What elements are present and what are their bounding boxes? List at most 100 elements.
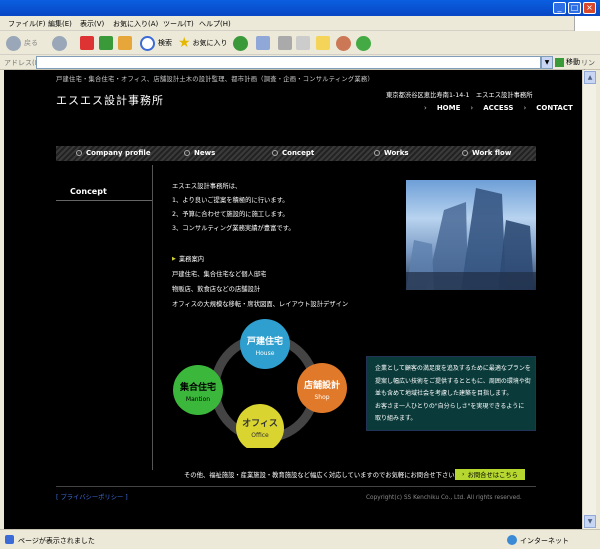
site-tagline: 戸建住宅・集合住宅・オフィス、店舗設計土木の設計監理、都市計画（調査・企画・コン… — [56, 76, 374, 83]
footer-divider — [56, 486, 536, 487]
back-label: 戻る — [24, 39, 38, 47]
nav-concept[interactable]: Concept — [272, 149, 314, 157]
zone-text: インターネット — [520, 537, 569, 545]
scroll-down-icon[interactable]: ▼ — [584, 515, 596, 528]
print-icon — [278, 36, 292, 50]
history-icon — [233, 35, 248, 51]
nav-bullet-icon — [184, 150, 190, 156]
address-input[interactable] — [36, 56, 541, 69]
messenger-icon — [356, 35, 371, 51]
nav-bullet-icon — [462, 150, 468, 156]
research-icon — [336, 35, 351, 51]
nav-works[interactable]: Works — [374, 149, 409, 157]
service-item: 物販店、飲食店などの店舗設計 — [172, 286, 261, 293]
title-bar: _ □ × — [0, 0, 600, 16]
address-dropdown-icon[interactable]: ▼ — [541, 56, 553, 69]
menu-file[interactable]: ファイル(F) — [8, 19, 46, 29]
home-icon — [118, 36, 132, 50]
site-title[interactable]: エスエス設計事務所 — [56, 92, 164, 108]
nav-access[interactable]: ACCESS — [483, 104, 513, 112]
search-button[interactable]: 検索 — [140, 35, 172, 51]
discuss-icon — [316, 36, 330, 50]
mail-button[interactable] — [256, 35, 270, 51]
forward-arrow-icon — [52, 35, 67, 51]
scroll-up-icon[interactable]: ▲ — [584, 71, 596, 84]
content-divider — [152, 165, 153, 470]
services-title: 業務案内 — [178, 256, 205, 263]
menu-view[interactable]: 表示(V) — [80, 19, 104, 29]
go-button[interactable]: 移動 — [555, 57, 580, 67]
service-diagram-svg: 戸建住宅 House 集合住宅 Mantion 店舗設計 Shop オフィス O… — [173, 319, 347, 452]
intro-line: 1、より良いご提案を積極的に行います。 — [172, 197, 289, 204]
favorites-button[interactable]: ★ お気に入り — [178, 35, 228, 51]
building-photo — [406, 180, 536, 290]
stop-icon — [80, 36, 94, 50]
nav-label: Concept — [282, 149, 315, 157]
back-button[interactable]: 戻る — [6, 35, 38, 51]
page-icon — [5, 535, 14, 544]
status-bar: ページが表示されました インターネット — [0, 529, 600, 549]
back-arrow-icon — [6, 35, 21, 51]
maximize-button[interactable]: □ — [568, 2, 581, 14]
discuss-button[interactable] — [316, 35, 330, 51]
print-button[interactable] — [278, 35, 292, 51]
nav-bullet-icon — [272, 150, 278, 156]
go-label: 移動 — [566, 58, 580, 66]
refresh-button[interactable] — [99, 35, 113, 51]
service-item: 戸建住宅、集合住宅など個人邸宅 — [172, 271, 267, 278]
privacy-policy-link[interactable]: [ プライバシーポリシー ] — [56, 492, 128, 501]
nav-home[interactable]: HOME — [437, 104, 461, 112]
favorites-label: お気に入り — [192, 39, 228, 47]
windows-logo-icon — [574, 16, 600, 31]
nav-company-profile[interactable]: Company profile — [76, 149, 151, 157]
contact-button[interactable]: › お問合せはこちら — [455, 469, 525, 480]
info-line: お客さま一人ひとりの"自分らしさ"を実現できるように — [375, 402, 525, 410]
main-nav: Company profile News Concept Works Work … — [56, 146, 536, 161]
info-line: 並も含めて地域社会を考慮した建築を目指します。 — [375, 390, 513, 397]
shop-label: 店舗設計 — [304, 379, 340, 391]
minimize-button[interactable]: _ — [553, 2, 566, 14]
history-button[interactable] — [233, 35, 248, 51]
forward-button[interactable] — [52, 35, 67, 51]
nav-news[interactable]: News — [184, 149, 215, 157]
office-sublabel: Office — [251, 432, 269, 439]
info-line: 提案し幅広い技術をご提供するとともに、周囲の環境や街 — [375, 377, 531, 385]
stop-button[interactable] — [80, 35, 94, 51]
menu-bar: ファイル(F) 編集(E) 表示(V) お気に入り(A) ツール(T) ヘルプ(… — [0, 16, 600, 31]
nav-bullet-icon — [374, 150, 380, 156]
house-label: 戸建住宅 — [247, 335, 283, 347]
close-button[interactable]: × — [583, 2, 596, 14]
office-label: オフィス — [242, 418, 278, 429]
menu-favorites[interactable]: お気に入り(A) — [113, 19, 158, 29]
top-nav: › HOME › ACCESS › CONTACT — [424, 104, 573, 112]
contact-button-label: お問合せはこちら — [467, 472, 518, 479]
search-label: 検索 — [158, 39, 172, 47]
edit-icon — [296, 36, 310, 50]
nav-contact[interactable]: CONTACT — [536, 104, 573, 112]
arrow-icon: › — [462, 471, 465, 478]
mantion-sublabel: Mantion — [186, 396, 210, 403]
research-button[interactable] — [336, 35, 351, 51]
menu-edit[interactable]: 編集(E) — [48, 19, 72, 29]
copyright: Copyright(c) SS Kenchiku Co., Ltd. All r… — [366, 495, 522, 501]
house-sublabel: House — [256, 350, 275, 357]
sidebar-title: Concept — [70, 187, 107, 196]
status-text: ページが表示されました — [18, 537, 95, 545]
messenger-button[interactable] — [356, 35, 371, 51]
intro-line: エスエス設計事務所は、 — [172, 183, 242, 190]
skyscraper-image — [406, 188, 536, 290]
mail-icon — [256, 36, 270, 50]
menu-help[interactable]: ヘルプ(H) — [199, 19, 231, 29]
edit-button[interactable] — [296, 35, 310, 51]
search-icon — [140, 35, 155, 51]
home-button[interactable] — [118, 35, 132, 51]
service-diagram: 戸建住宅 House 集合住宅 Mantion 店舗設計 Shop オフィス O… — [170, 318, 360, 452]
nav-work-flow[interactable]: Work flow — [462, 149, 511, 157]
page-viewport: 戸建住宅・集合住宅・オフィス、店舗設計土木の設計監理、都市計画（調査・企画・コン… — [4, 70, 582, 529]
info-text: 企業として顧客の満足度を追及するために最適なプランを 提案し幅広い技術をご提供す… — [375, 363, 531, 426]
vertical-scrollbar[interactable]: ▲ ▼ — [582, 70, 596, 529]
menu-tools[interactable]: ツール(T) — [163, 19, 194, 29]
intro-line: 2、予算に合わせて施設的に施工します。 — [172, 211, 289, 218]
info-line: 取り組みます。 — [375, 415, 417, 422]
go-arrow-icon — [555, 57, 564, 67]
